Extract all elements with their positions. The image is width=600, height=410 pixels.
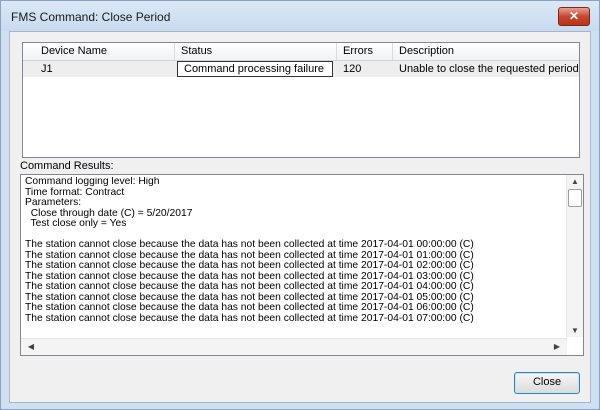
horizontal-scrollbar[interactable]: ◀ ▶: [21, 338, 567, 355]
cell-errors: 120: [343, 63, 362, 75]
column-header-status[interactable]: Status: [175, 43, 337, 60]
result-line: The station cannot close because the dat…: [25, 281, 474, 292]
result-line: Test close only = Yes: [25, 218, 127, 229]
result-line: Parameters:: [25, 197, 82, 208]
close-window-button[interactable]: ✕: [558, 7, 590, 26]
column-header-description[interactable]: Description: [393, 43, 579, 60]
dialog-window: FMS Command: Close Period ✕ Device Name …: [0, 0, 600, 410]
command-results-box[interactable]: Command logging level: High Time format: …: [20, 174, 584, 356]
vertical-scrollbar[interactable]: ▲ ▼: [566, 175, 583, 337]
result-line: The station cannot close because the dat…: [25, 260, 474, 271]
title-bar[interactable]: FMS Command: Close Period ✕: [1, 1, 599, 31]
result-line: Command logging level: High: [25, 177, 160, 187]
list-header: Device Name Status Errors Description: [23, 43, 579, 61]
close-button[interactable]: Close: [514, 372, 580, 394]
command-results-label: Command Results:: [20, 160, 114, 172]
close-icon: ✕: [568, 9, 580, 23]
result-line: Time format: Contract: [25, 186, 125, 198]
result-line: The station cannot close because the dat…: [25, 302, 474, 313]
device-list[interactable]: Device Name Status Errors Description J1…: [22, 42, 580, 158]
table-row[interactable]: J1 Command processing failure 120 Unable…: [23, 61, 579, 77]
scroll-up-icon[interactable]: ▲: [567, 177, 583, 186]
cell-device-name: J1: [41, 63, 53, 75]
column-header-device-name[interactable]: Device Name: [23, 43, 175, 60]
cell-description: Unable to close the requested period: [399, 63, 579, 75]
scroll-left-icon[interactable]: ◀: [23, 342, 39, 351]
cell-status: Command processing failure: [177, 61, 333, 77]
scroll-thumb[interactable]: [568, 189, 582, 207]
command-results-text: Command logging level: High Time format: …: [25, 177, 565, 337]
result-line: The station cannot close because the dat…: [25, 239, 474, 250]
dialog-body: Device Name Status Errors Description J1…: [9, 31, 591, 403]
scroll-down-icon[interactable]: ▼: [567, 326, 583, 335]
window-title: FMS Command: Close Period: [11, 10, 171, 24]
result-line: The station cannot close because the dat…: [25, 312, 474, 324]
scroll-right-icon[interactable]: ▶: [549, 342, 565, 351]
column-header-errors[interactable]: Errors: [337, 43, 393, 60]
